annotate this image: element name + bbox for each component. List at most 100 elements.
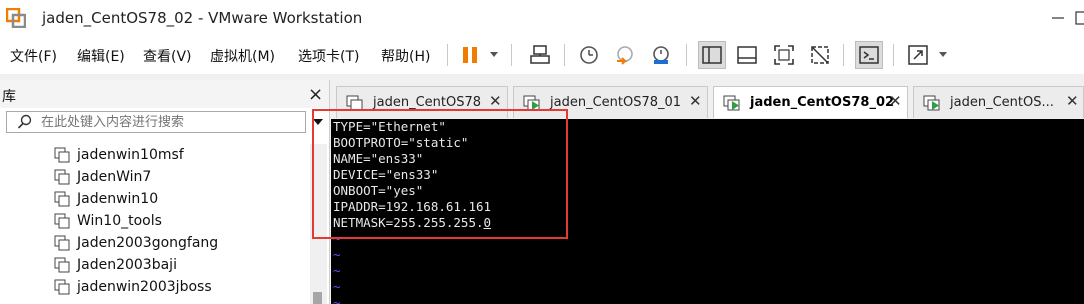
tab-jaden-centos78[interactable]: jaden_CentOS78 ✕: [336, 86, 508, 118]
search-input[interactable]: [41, 113, 296, 131]
unity-icon: [811, 46, 829, 64]
vim-empty-line-marker: ~: [333, 279, 341, 294]
tab-label: jaden_CentOS78_02: [750, 95, 895, 110]
pause-button[interactable]: [456, 41, 484, 69]
toolbar-separator: [564, 44, 565, 66]
normal-view-icon: [737, 46, 757, 64]
list-item[interactable]: Win10_tools: [54, 210, 162, 232]
show-library-icon: [702, 46, 722, 64]
vm-name: Jaden2003baji: [77, 257, 177, 273]
vm-icon: [54, 235, 70, 251]
window-title: jaden_CentOS78_02 - VMware Workstation: [42, 9, 363, 27]
revert-snapshot-button[interactable]: [611, 41, 639, 69]
list-item[interactable]: JadenWin7: [54, 166, 151, 188]
show-library-button[interactable]: [698, 41, 726, 69]
library-scrollbar[interactable]: [310, 144, 327, 304]
take-snapshot-button[interactable]: [575, 41, 603, 69]
menu-help[interactable]: 帮助(H): [381, 46, 430, 66]
tab-label: jaden_CentOS78_01: [550, 95, 682, 110]
minimize-icon[interactable]: [1050, 10, 1066, 26]
terminal-text: NETMASK=255.255.255.: [333, 215, 484, 230]
close-icon[interactable]: ✕: [489, 92, 502, 110]
vmware-logo-icon: [6, 8, 26, 28]
library-close-button[interactable]: ×: [308, 84, 323, 105]
terminal-line-netmask: NETMASK=255.255.255.0: [333, 215, 491, 231]
stretch-dropdown-caret[interactable]: [939, 52, 947, 57]
thumbnail-bar-button[interactable]: [733, 41, 761, 69]
vm-console[interactable]: TYPE="Ethernet" BOOTPROTO="static" NAME=…: [331, 119, 1084, 304]
revert-snapshot-icon: [617, 46, 633, 65]
list-item[interactable]: Jaden2003baji: [54, 254, 177, 276]
send-keys-icon: [530, 45, 550, 64]
menu-edit[interactable]: 编辑(E): [77, 46, 125, 66]
unity-button[interactable]: [806, 41, 834, 69]
vm-icon: [54, 257, 70, 273]
title-bar: jaden_CentOS78_02 - VMware Workstation: [0, 0, 1084, 36]
tab-bar: jaden_CentOS78 ✕ jaden_CentOS78_01 ✕ jad…: [331, 80, 1084, 118]
tab-jaden-centos-more[interactable]: jaden_CentOS... ✕: [913, 86, 1084, 118]
vm-icon: [346, 95, 363, 111]
snapshot-icon: [580, 46, 598, 64]
vm-icon: [54, 147, 70, 163]
pause-dropdown-caret[interactable]: [490, 52, 498, 57]
menu-bar: 文件(F) 编辑(E) 查看(V) 虚拟机(M) 选项卡(T) 帮助(H): [0, 36, 1084, 74]
toolbar-separator: [843, 44, 844, 66]
close-icon[interactable]: ✕: [689, 92, 702, 110]
list-item[interactable]: jadenwin2003jboss: [54, 276, 212, 298]
toolbar-separator: [686, 44, 687, 66]
list-item[interactable]: Jaden2003gongfang: [54, 232, 218, 254]
toolbar-separator: [447, 44, 448, 66]
vm-name: JadenWin7: [77, 169, 152, 185]
tab-jaden-centos78-02[interactable]: jaden_CentOS78_02 ✕: [713, 86, 908, 118]
vim-empty-line-marker: ~: [333, 263, 341, 278]
vim-empty-line-marker: ~: [333, 231, 341, 246]
vim-empty-line-marker: ~: [333, 247, 341, 262]
list-item[interactable]: jadenwin10msf: [54, 144, 184, 166]
library-scrollbar-thumb[interactable]: [313, 292, 322, 304]
close-icon[interactable]: ✕: [889, 92, 902, 110]
vm-running-icon: [723, 95, 740, 111]
snapshot-manager-button[interactable]: [647, 41, 675, 69]
vm-name: Win10_tools: [77, 213, 162, 229]
maximize-icon[interactable]: [1074, 10, 1084, 26]
vm-tree: jadenwin10msf JadenWin7 Jadenwin10 Win10…: [0, 144, 310, 304]
fullscreen-icon: [774, 45, 794, 65]
menu-view[interactable]: 查看(V): [143, 46, 192, 66]
library-search-box[interactable]: [6, 111, 306, 133]
terminal-line: NAME="ens33": [333, 151, 424, 166]
tab-label: jaden_CentOS78: [373, 95, 482, 110]
stretch-guest-button[interactable]: [904, 41, 932, 69]
vm-icon: [54, 191, 70, 207]
send-ctrl-alt-del-button[interactable]: [526, 41, 554, 69]
console-view-icon: [859, 46, 879, 64]
library-header: 库 ×: [0, 80, 329, 108]
console-view-button[interactable]: [855, 41, 883, 69]
menu-vm[interactable]: 虚拟机(M): [210, 46, 275, 66]
tab-jaden-centos78-01[interactable]: jaden_CentOS78_01 ✕: [513, 86, 708, 118]
pause-icon: [463, 47, 477, 63]
terminal-line: ONBOOT="yes": [333, 183, 424, 198]
snapshot-manager-icon: [653, 46, 669, 64]
vm-name: jadenwin2003jboss: [77, 279, 212, 295]
close-icon[interactable]: ✕: [1066, 92, 1079, 110]
terminal-line: IPADDR=192.168.61.161: [333, 199, 492, 214]
menu-file[interactable]: 文件(F): [10, 46, 57, 66]
search-dropdown-icon[interactable]: [313, 119, 323, 125]
stretch-icon: [908, 45, 928, 65]
library-panel: 库 × jadenwin10msf JadenWin7 Jadenwin10 W…: [0, 80, 330, 304]
library-title: 库: [2, 89, 16, 105]
tab-label: jaden_CentOS...: [950, 95, 1054, 110]
vm-icon: [54, 213, 70, 229]
vm-icon: [54, 169, 70, 185]
toolbar-separator: [893, 44, 894, 66]
search-icon: [17, 114, 32, 129]
terminal-line: DEVICE="ens33": [333, 167, 439, 182]
vm-name: Jadenwin10: [77, 191, 159, 207]
menu-tabs[interactable]: 选项卡(T): [298, 46, 359, 66]
vm-name: Jaden2003gongfang: [77, 235, 219, 251]
vm-icon: [54, 279, 70, 295]
list-item[interactable]: Jadenwin10: [54, 188, 158, 210]
vm-running-icon: [923, 95, 940, 111]
terminal-line: BOOTPROTO="static": [333, 135, 469, 150]
fullscreen-button[interactable]: [770, 41, 798, 69]
